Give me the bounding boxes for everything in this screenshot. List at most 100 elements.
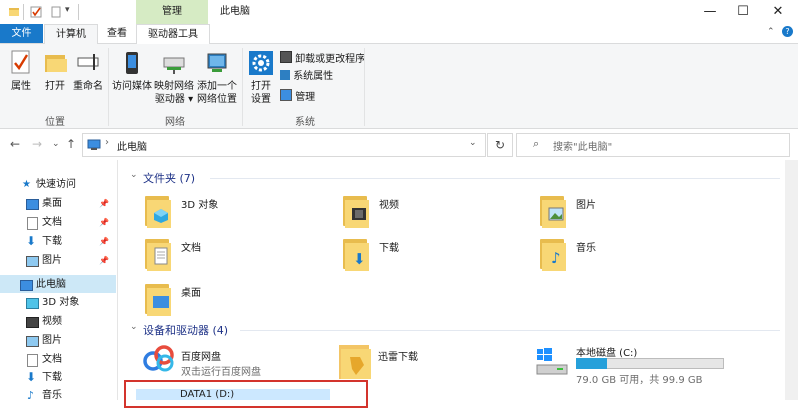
collapse-ribbon-icon[interactable]: ⌃	[767, 27, 775, 37]
nav-quick-access[interactable]: ★ 快速访问	[0, 175, 116, 194]
new-folder-icon[interactable]	[50, 6, 62, 18]
open-settings-label1: 打开	[251, 81, 271, 92]
collapse-folders-icon[interactable]: ⌄	[130, 170, 138, 180]
folder-name: 桌面	[181, 288, 201, 299]
collapse-devices-icon[interactable]: ⌄	[130, 322, 138, 332]
address-bar[interactable]: › 此电脑 ⌄	[82, 133, 486, 157]
device-xunlei-download[interactable]: 迅雷下载	[338, 343, 528, 383]
forward-arrow-icon[interactable]: →	[32, 137, 42, 151]
pin-icon[interactable]: 📌	[99, 232, 109, 251]
download-arrow-icon: ⬇	[26, 370, 37, 384]
back-arrow-icon[interactable]: ←	[10, 137, 20, 151]
manage-label: 管理	[295, 92, 316, 103]
system-properties-button[interactable]: 系统属性	[280, 70, 333, 84]
properties-icon	[11, 50, 30, 74]
device-name: 百度网盘	[181, 352, 221, 363]
devices-section-header[interactable]: 设备和驱动器 (4)	[143, 322, 228, 338]
settings-gear-icon	[249, 51, 273, 75]
customize-dropdown-icon[interactable]: ▾	[65, 5, 70, 15]
help-icon[interactable]: ?	[782, 26, 793, 37]
baidu-netdisk-icon	[143, 345, 174, 372]
nav-pc-downloads[interactable]: ⬇ 下载	[0, 368, 116, 387]
nav-pc-documents[interactable]: 文档	[0, 350, 116, 369]
add-network-location-button[interactable]: 添加一个 网络位置	[196, 50, 238, 106]
nav-pc-videos[interactable]: 视频	[0, 312, 116, 331]
uninstall-icon	[280, 51, 292, 63]
nav-pc-pictures[interactable]: 图片	[0, 331, 116, 350]
open-button[interactable]: 打开	[40, 50, 70, 93]
uninstall-label: 卸载或更改程序	[295, 54, 366, 65]
rename-button[interactable]: 重命名	[72, 50, 104, 93]
nav-quick-pictures[interactable]: 图片 📌	[0, 251, 116, 270]
documents-folder-icon	[145, 237, 171, 271]
search-input[interactable]: 搜索"此电脑"	[553, 138, 612, 153]
section-divider	[210, 178, 780, 179]
desktop-icon	[26, 199, 39, 210]
pin-icon[interactable]: 📌	[99, 213, 109, 232]
tab-drive-tools[interactable]: 驱动器工具	[136, 24, 210, 44]
refresh-button[interactable]: ↻	[487, 133, 513, 157]
nav-pc-3d-label: 3D 对象	[42, 297, 80, 308]
nav-pc-music[interactable]: ♪ 音乐	[0, 386, 116, 400]
manage-context-tab: 管理	[136, 0, 208, 24]
device-name: 本地磁盘 (C:)	[576, 348, 638, 359]
pictures-icon	[26, 256, 39, 267]
nav-quick-desktop[interactable]: 桌面 📌	[0, 194, 116, 213]
star-icon: ★	[22, 179, 31, 190]
tab-file[interactable]: 文件	[0, 24, 43, 43]
pin-icon[interactable]: 📌	[99, 194, 109, 213]
tab-view[interactable]: 查看	[97, 24, 137, 43]
folder-item-desktop[interactable]: 桌面	[145, 280, 325, 326]
device-name: 迅雷下载	[378, 352, 418, 363]
properties-check-icon[interactable]	[30, 6, 42, 18]
folder-item-documents[interactable]: 文档	[145, 235, 325, 281]
nav-quick-documents[interactable]: 文档 📌	[0, 213, 116, 232]
search-icon: ⌕	[533, 137, 540, 150]
folder-item-pictures[interactable]: 图片	[540, 192, 720, 238]
access-media-button[interactable]: 访问媒体	[112, 50, 152, 93]
maximize-button[interactable]: ☐	[723, 0, 763, 24]
nav-quick-downloads[interactable]: ⬇ 下载 📌	[0, 232, 116, 251]
folder-item-downloads[interactable]: ⬇ 下载	[343, 235, 523, 281]
path-separator-icon: ›	[105, 137, 109, 148]
quick-access-icon[interactable]	[8, 6, 20, 18]
pin-icon[interactable]: 📌	[99, 251, 109, 270]
windows-disk-icon	[536, 348, 568, 375]
tab-computer[interactable]: 计算机	[44, 24, 98, 44]
map-network-drive-button[interactable]: 映射网络 驱动器 ▾	[154, 50, 194, 106]
download-arrow-icon: ⬇	[26, 234, 37, 248]
address-path[interactable]: 此电脑	[117, 138, 147, 153]
map-network-drive-label2: 驱动器 ▾	[154, 94, 194, 105]
nav-quick-documents-label: 文档	[42, 217, 62, 228]
pictures-folder-icon	[540, 194, 566, 228]
system-properties-label: 系统属性	[293, 71, 334, 82]
manage-button[interactable]: 管理	[280, 89, 315, 105]
map-network-drive-label1: 映射网络	[154, 81, 194, 92]
manage-icon	[280, 89, 292, 101]
nav-pc-downloads-label: 下载	[42, 372, 62, 383]
nav-pc-3d[interactable]: 3D 对象	[0, 293, 116, 312]
location-group-label: 位置	[45, 117, 65, 128]
uninstall-programs-button[interactable]: 卸载或更改程序	[280, 51, 365, 67]
access-media-label: 访问媒体	[112, 81, 152, 92]
search-box[interactable]: ⌕ 搜索"此电脑"	[516, 133, 790, 157]
network-drive-icon	[163, 57, 185, 74]
folder-name: 下载	[379, 243, 399, 254]
nav-this-pc[interactable]: 此电脑	[0, 275, 116, 294]
properties-button[interactable]: 属性	[6, 50, 36, 93]
music-note-icon: ♪	[27, 389, 35, 400]
address-dropdown-icon[interactable]: ⌄	[469, 138, 477, 148]
folder-item-music[interactable]: ♪ 音乐	[540, 235, 720, 281]
vertical-scrollbar[interactable]	[785, 160, 798, 400]
pane-divider	[117, 160, 118, 400]
folders-section-header[interactable]: 文件夹 (7)	[143, 170, 195, 186]
network-group-label: 网络	[165, 117, 185, 128]
close-button[interactable]: ✕	[758, 0, 798, 24]
system-properties-icon	[280, 70, 290, 80]
up-arrow-icon[interactable]: ↑	[66, 137, 76, 151]
device-baidu-netdisk[interactable]: 百度网盘 双击运行百度网盘	[143, 343, 333, 379]
folder-item-3d[interactable]: 3D 对象	[145, 192, 325, 238]
folder-item-videos[interactable]: 视频	[343, 192, 523, 238]
recent-locations-icon[interactable]: ⌄	[52, 139, 60, 149]
open-settings-button[interactable]: 打开 设置	[246, 50, 276, 106]
